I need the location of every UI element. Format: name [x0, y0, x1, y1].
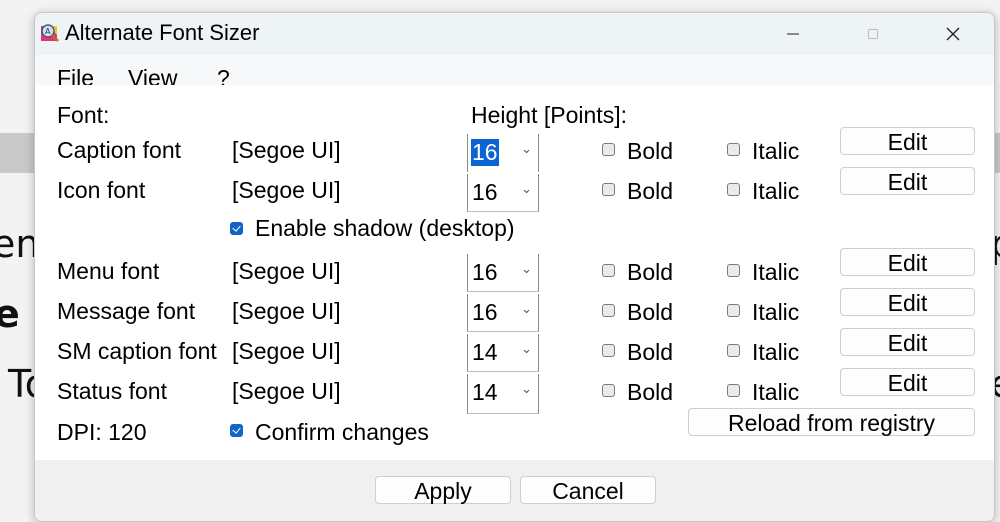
bold-label: Bold	[627, 138, 674, 164]
bold-checkbox[interactable]	[602, 264, 615, 277]
bold-checkbox[interactable]	[602, 304, 615, 317]
font-face: [Segoe UI]	[232, 137, 341, 163]
font-face: [Segoe UI]	[232, 298, 341, 324]
close-button[interactable]	[913, 13, 993, 55]
font-face: [Segoe UI]	[232, 338, 341, 364]
bold-checkbox[interactable]	[602, 183, 615, 196]
font-label: Caption font	[57, 137, 182, 163]
size-combo[interactable]: 16 ⌄	[467, 134, 539, 172]
bold-label: Bold	[627, 379, 674, 405]
bold-checkbox[interactable]	[602, 143, 615, 156]
chevron-down-icon: ⌄	[521, 382, 532, 397]
bold-label: Bold	[627, 178, 674, 204]
italic-checkbox[interactable]	[727, 304, 740, 317]
italic-checkbox[interactable]	[727, 384, 740, 397]
confirm-changes-label: Confirm changes	[255, 419, 429, 445]
edit-button[interactable]: Edit	[840, 167, 975, 195]
font-label: Icon font	[57, 177, 146, 203]
chevron-down-icon: ⌄	[521, 142, 532, 157]
minimize-icon	[787, 33, 799, 35]
chevron-down-icon: ⌄	[521, 262, 532, 277]
menu-help[interactable]: ?	[217, 65, 230, 85]
font-header: Font:	[57, 102, 110, 128]
title-bar[interactable]: A Alternate Font Sizer	[35, 13, 994, 55]
size-combo[interactable]: 16 ⌄	[467, 294, 539, 332]
size-combo[interactable]: 14 ⌄	[467, 334, 539, 372]
font-face: [Segoe UI]	[232, 378, 341, 404]
italic-checkbox[interactable]	[727, 264, 740, 277]
italic-label: Italic	[752, 259, 800, 285]
menu-view[interactable]: View	[128, 65, 177, 85]
edit-button[interactable]: Edit	[840, 127, 975, 155]
reload-from-registry-button[interactable]: Reload from registry	[688, 408, 975, 436]
size-value: 16	[472, 259, 498, 285]
size-value: 14	[472, 379, 498, 405]
font-label: Menu font	[57, 258, 160, 284]
apply-button[interactable]: Apply	[375, 476, 511, 504]
bold-label: Bold	[627, 339, 674, 365]
enable-shadow-label: Enable shadow (desktop)	[255, 215, 515, 241]
italic-label: Italic	[752, 178, 800, 204]
minimize-button[interactable]	[753, 13, 833, 55]
size-value: 16	[472, 179, 498, 205]
bold-checkbox[interactable]	[602, 344, 615, 357]
italic-checkbox[interactable]	[727, 143, 740, 156]
font-label: SM caption font	[57, 338, 217, 364]
size-value: 16	[471, 139, 499, 166]
italic-checkbox[interactable]	[727, 344, 740, 357]
font-label: Message font	[57, 298, 196, 324]
window-title: Alternate Font Sizer	[65, 20, 260, 45]
italic-label: Italic	[752, 339, 800, 365]
size-value: 16	[472, 299, 498, 325]
font-face: [Segoe UI]	[232, 177, 341, 203]
size-combo[interactable]: 14 ⌄	[467, 374, 539, 414]
edit-button[interactable]: Edit	[840, 288, 975, 316]
size-combo[interactable]: 16 ⌄	[467, 254, 539, 292]
font-sizer-window: A Alternate Font Sizer File View ? Font:…	[34, 12, 995, 522]
font-sizer-app-icon: A	[41, 24, 59, 42]
confirm-changes-checkbox[interactable]	[230, 424, 243, 437]
chevron-down-icon: ⌄	[521, 182, 532, 197]
bold-label: Bold	[627, 259, 674, 285]
edit-button[interactable]: Edit	[840, 248, 975, 276]
font-label: Status font	[57, 378, 167, 404]
italic-checkbox[interactable]	[727, 183, 740, 196]
font-face: [Segoe UI]	[232, 258, 341, 284]
italic-label: Italic	[752, 299, 800, 325]
italic-label: Italic	[752, 138, 800, 164]
menu-bar: File View ?	[35, 55, 994, 85]
maximize-button[interactable]	[833, 13, 913, 55]
bold-label: Bold	[627, 299, 674, 325]
size-value: 14	[472, 339, 498, 365]
maximize-icon	[868, 29, 878, 39]
edit-button[interactable]: Edit	[840, 328, 975, 356]
edit-button[interactable]: Edit	[840, 368, 975, 396]
dpi-readout: DPI: 120	[57, 419, 147, 445]
enable-shadow-checkbox[interactable]	[230, 222, 243, 235]
menu-file[interactable]: File	[57, 65, 94, 85]
svg-text:A: A	[45, 27, 51, 36]
size-combo[interactable]: 16 ⌄	[467, 174, 539, 212]
close-icon	[946, 27, 960, 41]
italic-label: Italic	[752, 379, 800, 405]
dialog-footer: Apply Cancel	[35, 460, 994, 521]
chevron-down-icon: ⌄	[521, 302, 532, 317]
chevron-down-icon: ⌄	[521, 342, 532, 357]
cancel-button[interactable]: Cancel	[520, 476, 656, 504]
height-header: Height [Points]:	[471, 102, 627, 128]
bold-checkbox[interactable]	[602, 384, 615, 397]
font-settings-panel: Font: Height [Points]: Caption font [Seg…	[35, 85, 994, 460]
